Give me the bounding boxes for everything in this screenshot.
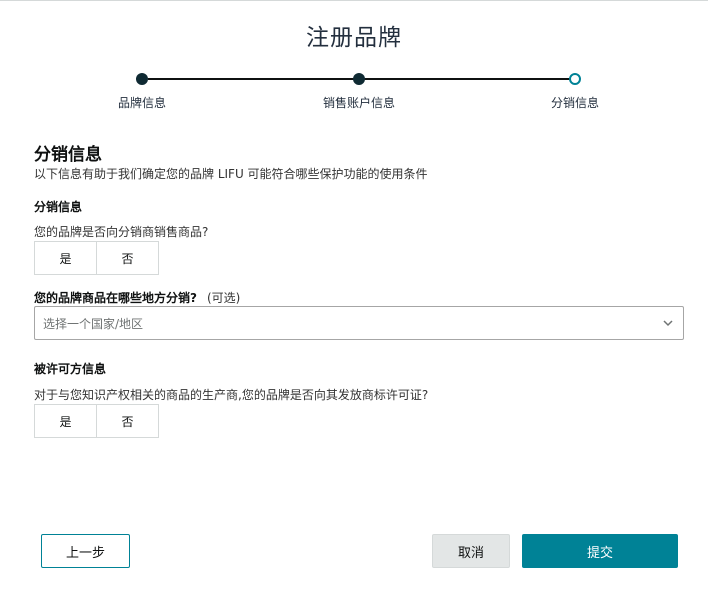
licensee-yes-no-toggle: 是 否 xyxy=(34,404,159,438)
section-description: 以下信息有助于我们确定您的品牌 LIFU 可能符合哪些保护功能的使用条件 xyxy=(34,167,428,181)
licensee-question: 对于与您知识产权相关的商品的生产商,您的品牌是否向其发放商标许可证? xyxy=(34,388,429,402)
distribution-subheading: 分销信息 xyxy=(34,200,83,214)
licensee-subheading: 被许可方信息 xyxy=(34,362,107,376)
licensee-no-button[interactable]: 否 xyxy=(96,405,158,437)
step-1-label: 品牌信息 xyxy=(117,96,167,110)
country-select-placeholder: 选择一个国家/地区 xyxy=(43,316,144,331)
cancel-button[interactable]: 取消 xyxy=(432,534,510,568)
step-1-dot xyxy=(136,73,148,85)
distributor-yes-no-toggle: 是 否 xyxy=(34,241,159,275)
where-distributed-label: 您的品牌商品在哪些地方分销? (可选) xyxy=(34,289,240,306)
step-3-dot xyxy=(569,73,581,85)
licensee-yes-button[interactable]: 是 xyxy=(35,405,96,437)
distributor-yes-button[interactable]: 是 xyxy=(35,242,96,274)
step-3-label: 分销信息 xyxy=(550,96,600,110)
chevron-down-icon xyxy=(663,320,673,327)
optional-tag: (可选) xyxy=(206,291,241,305)
where-distributed-question: 您的品牌商品在哪些地方分销? xyxy=(34,291,197,305)
progress-stepper: 品牌信息 销售账户信息 分销信息 xyxy=(0,70,708,114)
back-button[interactable]: 上一步 xyxy=(41,534,130,568)
stepper-line-1 xyxy=(148,78,358,80)
submit-button[interactable]: 提交 xyxy=(522,534,678,568)
page-title: 注册品牌 xyxy=(306,25,402,51)
section-title: 分销信息 xyxy=(34,145,102,165)
step-2-dot xyxy=(353,73,365,85)
country-select[interactable]: 选择一个国家/地区 xyxy=(34,306,684,340)
distributor-question: 您的品牌是否向分销商销售商品? xyxy=(34,225,209,239)
top-divider xyxy=(0,0,708,1)
stepper-line-2 xyxy=(364,78,571,80)
step-2-label: 销售账户信息 xyxy=(322,96,396,110)
distributor-no-button[interactable]: 否 xyxy=(96,242,158,274)
